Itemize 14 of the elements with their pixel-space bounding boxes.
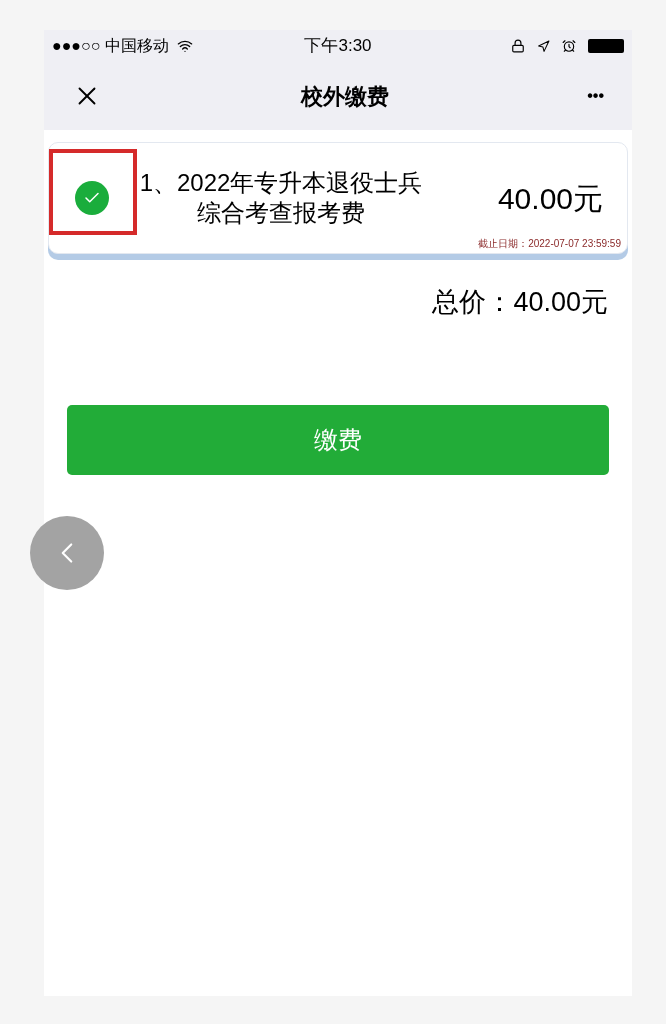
lock-icon — [511, 39, 525, 53]
fee-price: 40.00元 — [497, 180, 603, 217]
check-icon[interactable] — [75, 181, 109, 215]
location-icon — [537, 39, 550, 53]
carrier-text: ●●●○○ 中国移动 — [52, 36, 169, 56]
fee-title: 1、2022年专升本退役士兵综合考查报考费 — [138, 168, 424, 228]
alarm-icon — [562, 39, 576, 53]
battery-icon — [588, 39, 624, 53]
deadline-text: 截止日期：2022-07-07 23:59:59 — [478, 237, 621, 251]
page-title: 校外缴费 — [299, 82, 390, 111]
more-button[interactable]: ••• — [587, 84, 604, 108]
clock-text: 下午3:30 — [304, 35, 372, 58]
total-price: 总价：40.00元 — [431, 286, 609, 319]
wifi-icon — [176, 38, 193, 54]
